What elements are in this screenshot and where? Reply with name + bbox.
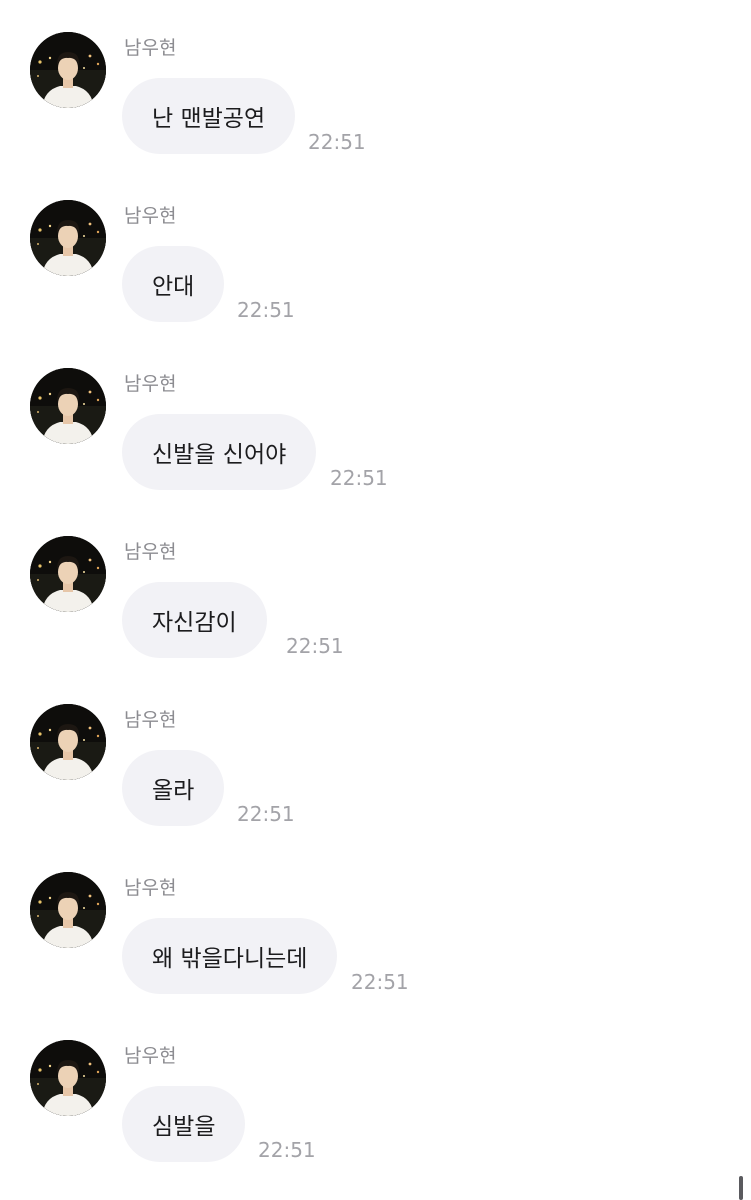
message-timestamp: 22:51 [330,466,388,490]
message-row: 남우현 올라 22:51 [0,672,751,840]
sender-name: 남우현 [124,37,177,59]
sender-name: 남우현 [124,709,177,731]
message-row: 남우현 자신감이 22:51 [0,504,751,672]
sender-name: 남우현 [124,205,177,227]
message-row: 남우현 안대 22:51 [0,168,751,336]
message-timestamp: 22:51 [351,970,409,994]
avatar[interactable] [30,368,106,444]
avatar[interactable] [30,32,106,108]
avatar-photo-icon [30,200,106,276]
message-bubble[interactable]: 자신감이 [122,582,267,658]
avatar-photo-icon [30,536,106,612]
message-row: 남우현 심발을 22:51 [0,1008,751,1176]
avatar[interactable] [30,536,106,612]
avatar-photo-icon [30,1040,106,1116]
message-bubble[interactable]: 심발을 [122,1086,246,1162]
avatar-photo-icon [30,872,106,948]
message-bubble[interactable]: 올라 [122,750,225,826]
message-bubble[interactable]: 신발을 신어야 [122,414,317,490]
avatar[interactable] [30,704,106,780]
message-bubble[interactable]: 안대 [122,246,225,322]
avatar[interactable] [30,1040,106,1116]
message-timestamp: 22:51 [308,130,366,154]
message-bubble[interactable]: 난 맨발공연 [122,78,296,154]
scroll-indicator[interactable] [739,1176,743,1200]
chat-message-list[interactable]: 남우현 난 맨발공연 22:51 남우현 안대 22:51 남우현 신발을 신어… [0,0,751,1200]
sender-name: 남우현 [124,541,177,563]
avatar[interactable] [30,872,106,948]
message-row: 남우현 신발을 신어야 22:51 [0,336,751,504]
message-row: 남우현 왜 밖을다니는데 22:51 [0,840,751,1008]
message-timestamp: 22:51 [258,1138,316,1162]
avatar-photo-icon [30,32,106,108]
sender-name: 남우현 [124,373,177,395]
avatar[interactable] [30,200,106,276]
message-bubble[interactable]: 왜 밖을다니는데 [122,918,338,994]
avatar-photo-icon [30,368,106,444]
sender-name: 남우현 [124,1045,177,1067]
message-timestamp: 22:51 [286,634,344,658]
message-timestamp: 22:51 [237,298,295,322]
message-row: 남우현 난 맨발공연 22:51 [0,0,751,168]
sender-name: 남우현 [124,877,177,899]
avatar-photo-icon [30,704,106,780]
message-timestamp: 22:51 [237,802,295,826]
